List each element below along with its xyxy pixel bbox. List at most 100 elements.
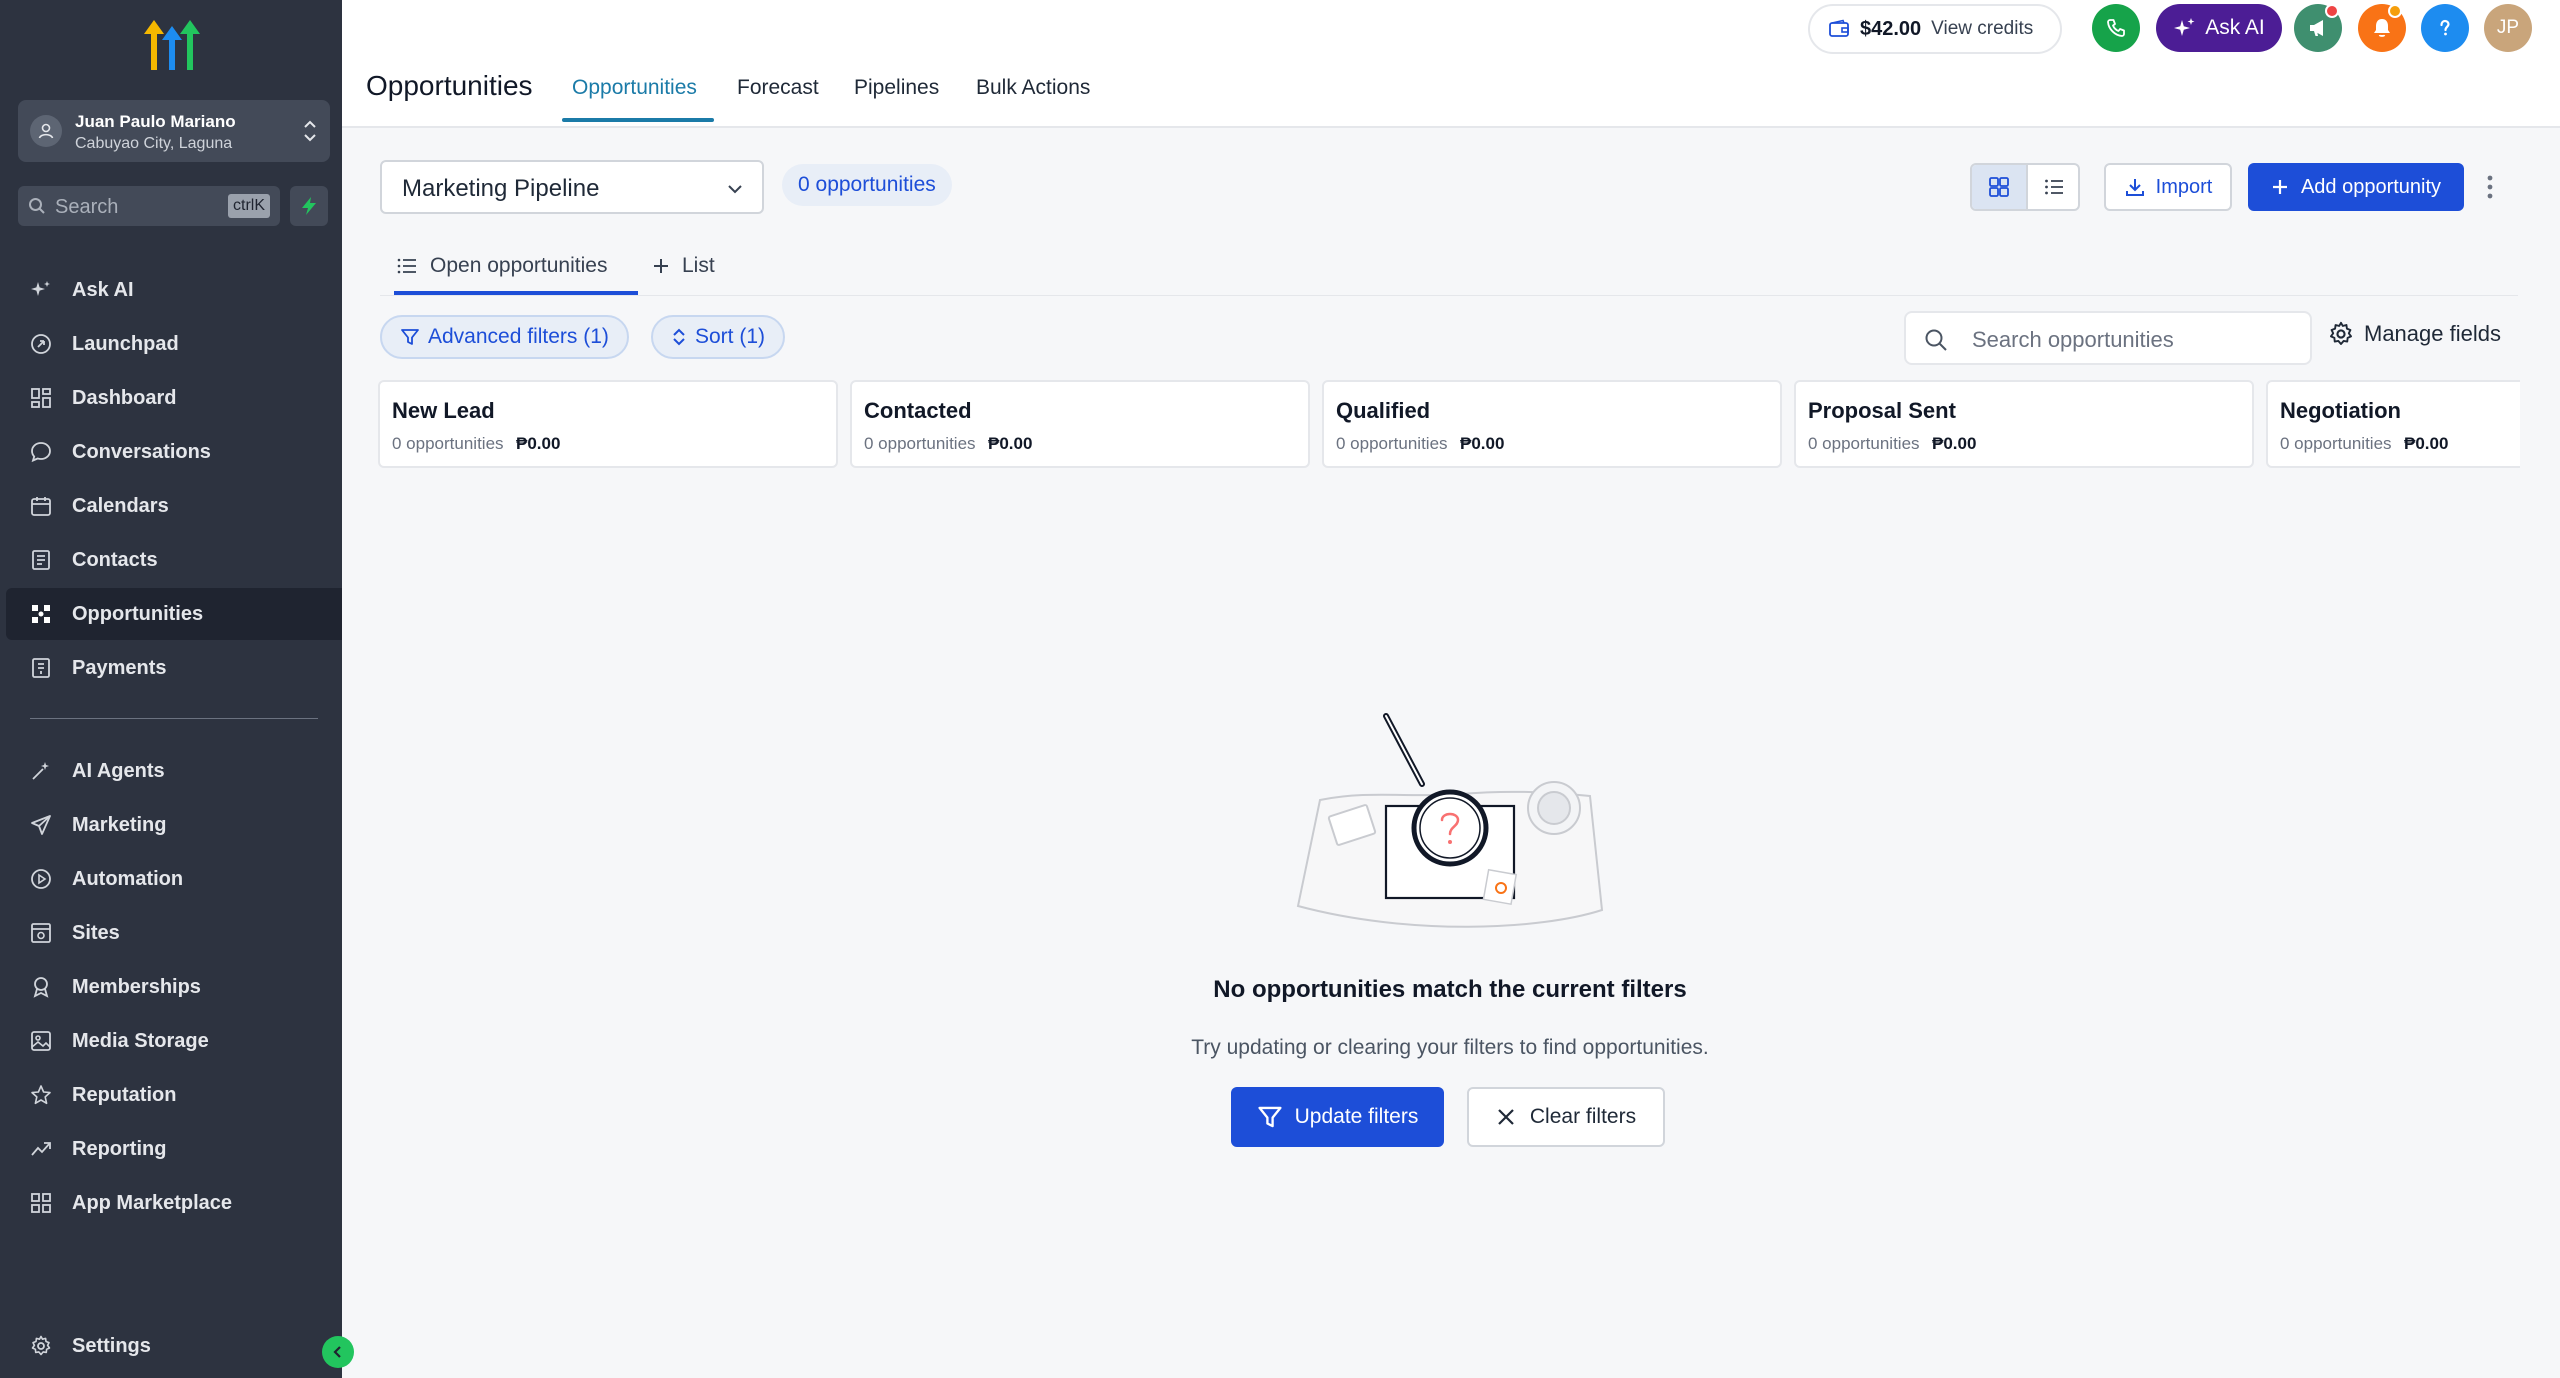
sidebar-item-dashboard[interactable]: Dashboard	[6, 372, 342, 424]
top-header: Opportunities Opportunities Forecast Pip…	[342, 0, 2560, 128]
sidebar-item-contacts[interactable]: Contacts	[6, 534, 342, 586]
brand-logo[interactable]	[140, 16, 204, 74]
stage-count: 0 opportunities	[392, 434, 504, 453]
sidebar-search[interactable]: Search ctrlK	[18, 186, 280, 226]
rocket-icon	[31, 334, 51, 354]
phone-button[interactable]	[2092, 4, 2140, 52]
search-opportunities-input[interactable]: Search opportunities	[1904, 311, 2312, 365]
sidebar-item-automation[interactable]: Automation	[6, 853, 342, 905]
tab-forecast[interactable]: Forecast	[737, 76, 819, 100]
stage-column[interactable]: Contacted 0 opportunities ₱0.00	[850, 380, 1310, 468]
stage-amount: ₱0.00	[516, 434, 561, 453]
question-icon	[2440, 19, 2450, 36]
sidebar-item-label: Media Storage	[72, 1030, 209, 1052]
download-icon	[2125, 179, 2144, 196]
stage-column[interactable]: Negotiation 0 opportunities ₱0.00	[2266, 380, 2520, 468]
account-switcher[interactable]: Juan Paulo Mariano Cabuyao City, Laguna	[18, 100, 330, 162]
search-shortcut: ctrlK	[228, 194, 270, 218]
quick-actions-button[interactable]	[290, 186, 328, 226]
list-view-icon	[2045, 179, 2063, 195]
gear-icon	[2330, 321, 2352, 345]
sidebar-item-marketing[interactable]: Marketing	[6, 799, 342, 851]
board-view-button[interactable]	[1972, 165, 2026, 209]
sidebar-collapse-button[interactable]	[322, 1336, 354, 1368]
import-button[interactable]: Import	[2104, 163, 2232, 211]
send-icon	[31, 815, 51, 835]
opportunities-icon	[32, 605, 50, 623]
sort-button[interactable]: Sort (1)	[651, 315, 786, 359]
bell-icon	[2374, 19, 2390, 37]
sidebar-item-label: Launchpad	[72, 333, 179, 355]
sidebar-item-media-storage[interactable]: Media Storage	[6, 1015, 342, 1067]
stage-column[interactable]: Proposal Sent 0 opportunities ₱0.00	[1794, 380, 2254, 468]
sidebar-item-app-marketplace[interactable]: App Marketplace	[6, 1177, 342, 1229]
tab-open-opportunities[interactable]: Open opportunities	[396, 254, 607, 278]
kebab-icon	[2487, 175, 2493, 199]
trending-icon	[31, 1142, 51, 1156]
credits-amount: $42.00	[1860, 17, 1922, 40]
clear-filters-label: Clear filters	[1529, 1105, 1637, 1128]
sidebar-item-label: Memberships	[72, 976, 201, 998]
search-opportunities-placeholder: Search opportunities	[1972, 327, 2174, 352]
filter-icon	[1258, 1106, 1282, 1128]
megaphone-icon	[2310, 20, 2323, 36]
stage-count: 0 opportunities	[864, 434, 976, 453]
stage-column[interactable]: New Lead 0 opportunities ₱0.00	[378, 380, 838, 468]
import-label: Import	[2155, 175, 2213, 198]
tab-opportunities[interactable]: Opportunities	[572, 76, 697, 100]
sidebar-item-payments[interactable]: Payments	[6, 642, 342, 694]
sidebar-item-label: Calendars	[72, 495, 169, 517]
advanced-filters-button[interactable]: Advanced filters (1)	[380, 315, 629, 359]
sidebar-item-reporting[interactable]: Reporting	[6, 1123, 342, 1175]
stage-amount: ₱0.00	[1460, 434, 1505, 453]
view-toggle	[1970, 163, 2080, 211]
stage-name: New Lead	[392, 398, 495, 423]
sidebar-item-conversations[interactable]: Conversations	[6, 426, 342, 478]
sidebar-item-settings[interactable]: Settings	[6, 1320, 342, 1372]
star-icon	[31, 1085, 51, 1105]
help-button[interactable]	[2421, 4, 2469, 52]
ask-ai-button[interactable]: Ask AI	[2156, 4, 2282, 52]
search-icon	[28, 197, 46, 215]
tab-bulk-actions[interactable]: Bulk Actions	[976, 76, 1090, 100]
user-avatar[interactable]: JP	[2484, 4, 2532, 52]
sidebar-item-calendars[interactable]: Calendars	[6, 480, 342, 532]
sidebar-item-opportunities[interactable]: Opportunities	[6, 588, 342, 640]
sidebar-item-ai-agents[interactable]: AI Agents	[6, 745, 342, 797]
payments-icon	[32, 658, 50, 678]
sidebar-item-memberships[interactable]: Memberships	[6, 961, 342, 1013]
chevron-left-icon	[333, 1346, 341, 1358]
add-list-tab[interactable]: List	[652, 254, 715, 278]
stage-column[interactable]: Qualified 0 opportunities ₱0.00	[1322, 380, 1782, 468]
tab-open-opportunities-label: Open opportunities	[430, 254, 608, 277]
empty-state-subtitle: Try updating or clearing your filters to…	[1191, 1036, 1709, 1059]
update-filters-button[interactable]: Update filters	[1231, 1087, 1444, 1147]
sidebar-item-reputation[interactable]: Reputation	[6, 1069, 342, 1121]
chat-bubble-icon	[31, 442, 51, 463]
clear-filters-button[interactable]: Clear filters	[1467, 1087, 1665, 1147]
credits-button[interactable]: $42.00 View credits	[1808, 4, 2062, 54]
sparkles-icon	[2174, 18, 2195, 36]
update-filters-label: Update filters	[1294, 1105, 1419, 1128]
add-opportunity-button[interactable]: Add opportunity	[2248, 163, 2464, 211]
stage-count: 0 opportunities	[2280, 434, 2392, 453]
manage-fields-button[interactable]: Manage fields	[2328, 321, 2501, 347]
lightning-icon	[302, 197, 316, 215]
wallet-icon	[1829, 19, 1849, 37]
close-icon	[1498, 1109, 1514, 1125]
list-view-button[interactable]	[2026, 165, 2078, 209]
sidebar-item-ask-ai[interactable]: Ask AI	[6, 264, 342, 316]
sidebar-item-label: Contacts	[72, 549, 158, 571]
sidebar-item-label: Opportunities	[72, 603, 204, 625]
more-options-button[interactable]	[2478, 168, 2502, 206]
phone-icon	[2107, 19, 2125, 37]
pipeline-select[interactable]: Marketing Pipeline	[380, 160, 764, 214]
chevron-up-down-icon	[302, 116, 318, 146]
search-icon	[1924, 328, 1948, 352]
sidebar-item-label: Reporting	[72, 1138, 167, 1160]
sidebar-item-launchpad[interactable]: Launchpad	[6, 318, 342, 370]
dashboard-icon	[31, 388, 51, 408]
tab-pipelines[interactable]: Pipelines	[854, 76, 939, 100]
sidebar-item-sites[interactable]: Sites	[6, 907, 342, 959]
plus-icon	[654, 259, 668, 273]
